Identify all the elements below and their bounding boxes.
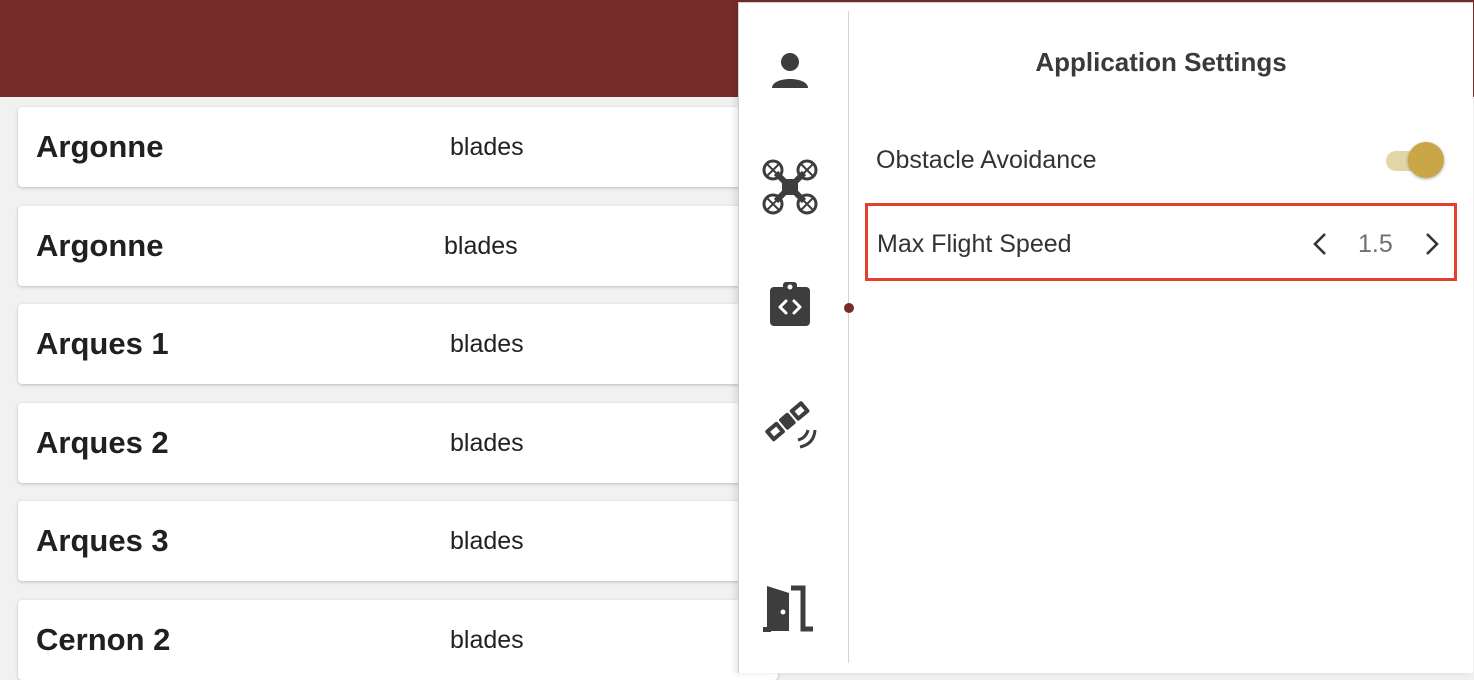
item-name: Argonne: [36, 228, 164, 263]
settings-drawer: Application Settings Obstacle Avoidance …: [738, 2, 1473, 673]
list-item[interactable]: Argonne blades: [18, 107, 778, 187]
chevron-right-icon[interactable]: [1418, 228, 1446, 260]
max-flight-speed-row: Max Flight Speed 1.5: [865, 203, 1457, 281]
item-name: Arques 1: [36, 326, 169, 361]
drone-icon[interactable]: [759, 156, 821, 218]
rail-indicator-dot: [844, 303, 854, 313]
item-type: blades: [450, 429, 524, 457]
list-item[interactable]: Arques 1 blades: [18, 304, 778, 384]
rail-divider: [848, 11, 849, 663]
satellite-icon[interactable]: [759, 391, 821, 453]
item-type: blades: [450, 527, 524, 555]
list-item[interactable]: Argonne blades: [18, 206, 778, 286]
panel-title: Application Settings: [1035, 47, 1287, 77]
item-name: Arques 3: [36, 523, 169, 558]
item-name: Argonne: [36, 129, 164, 164]
obstacle-avoidance-label: Obstacle Avoidance: [876, 146, 1097, 174]
max-flight-speed-label: Max Flight Speed: [877, 230, 1072, 258]
code-clipboard-icon[interactable]: [759, 273, 821, 335]
chevron-left-icon[interactable]: [1306, 228, 1334, 260]
item-name: Cernon 2: [36, 622, 171, 657]
blade-list: Argonne blades Argonne blades Arques 1 b…: [0, 97, 778, 680]
obstacle-avoidance-toggle[interactable]: [1384, 140, 1446, 180]
list-item[interactable]: Arques 2 blades: [18, 403, 778, 483]
item-type: blades: [444, 232, 518, 260]
item-type: blades: [450, 330, 524, 358]
toggle-thumb: [1408, 142, 1444, 178]
person-icon[interactable]: [759, 39, 821, 101]
item-name: Arques 2: [36, 425, 169, 460]
list-item[interactable]: Arques 3 blades: [18, 501, 778, 581]
max-flight-speed-value: 1.5: [1358, 230, 1393, 258]
item-type: blades: [450, 133, 524, 161]
list-item[interactable]: Cernon 2 blades: [18, 600, 778, 680]
exit-door-icon[interactable]: [759, 577, 821, 639]
item-type: blades: [450, 626, 524, 654]
